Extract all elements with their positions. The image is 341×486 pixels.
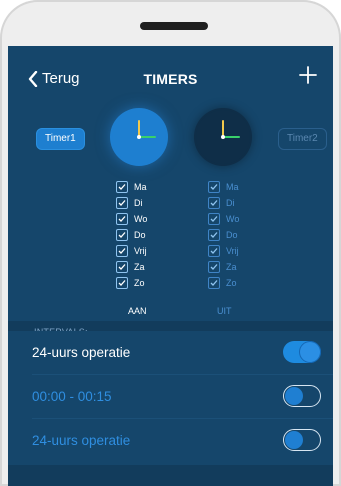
on-day-di[interactable]: Di <box>116 195 176 211</box>
off-days-list: Ma Di Wo Do Vrij Za Zo <box>208 179 268 291</box>
day-label: Vrij <box>134 246 147 256</box>
bottom-panel <box>8 465 333 486</box>
on-caption: AAN <box>128 306 147 316</box>
interval-label: 24-uurs operatie <box>32 433 131 448</box>
checkmark-icon <box>116 245 128 257</box>
day-label: Wo <box>226 214 240 224</box>
off-clock-icon[interactable] <box>194 108 252 166</box>
on-clock-icon[interactable] <box>110 108 168 166</box>
on-day-zo[interactable]: Zo <box>116 275 176 291</box>
checkmark-icon <box>208 277 220 289</box>
toggle-knob <box>285 387 303 405</box>
day-label: Zo <box>226 278 237 288</box>
on-day-do[interactable]: Do <box>116 227 176 243</box>
checkmark-icon <box>116 261 128 273</box>
day-label: Zo <box>134 278 145 288</box>
interval-row: 24-uurs operatie <box>8 331 333 375</box>
interval-toggle[interactable] <box>283 341 321 363</box>
on-day-ma[interactable]: Ma <box>116 179 176 195</box>
day-label: Di <box>226 198 235 208</box>
day-label: Wo <box>134 214 148 224</box>
interval-toggle[interactable] <box>283 385 321 407</box>
page-title: TIMERS <box>143 71 198 87</box>
on-day-wo[interactable]: Wo <box>116 211 176 227</box>
day-label: Za <box>134 262 145 272</box>
day-label: Do <box>226 230 238 240</box>
timer2-button[interactable]: Timer2 <box>278 128 327 150</box>
interval-label: 00:00 - 00:15 <box>32 389 112 404</box>
off-day-wo[interactable]: Wo <box>208 211 268 227</box>
day-label: Di <box>134 198 143 208</box>
off-day-zo[interactable]: Zo <box>208 275 268 291</box>
plus-icon <box>299 66 317 84</box>
off-day-za[interactable]: Za <box>208 259 268 275</box>
off-day-ma[interactable]: Ma <box>208 179 268 195</box>
interval-row: 24-uurs operatie <box>8 419 333 463</box>
app-screen: Terug TIMERS Timer1 Timer2 Ma Di Wo Do V… <box>8 46 333 486</box>
checkmark-icon <box>116 213 128 225</box>
checkmark-icon <box>208 229 220 241</box>
day-label: Za <box>226 262 237 272</box>
off-day-do[interactable]: Do <box>208 227 268 243</box>
checkmark-icon <box>116 181 128 193</box>
checkmark-icon <box>208 213 220 225</box>
checkmark-icon <box>208 245 220 257</box>
checkmark-icon <box>208 261 220 273</box>
on-days-list: Ma Di Wo Do Vrij Za Zo <box>116 179 176 291</box>
checkmark-icon <box>116 229 128 241</box>
off-day-vrij[interactable]: Vrij <box>208 243 268 259</box>
speaker-grille <box>140 22 208 30</box>
checkmark-icon <box>116 197 128 209</box>
checkmark-icon <box>208 197 220 209</box>
off-day-di[interactable]: Di <box>208 195 268 211</box>
on-day-vrij[interactable]: Vrij <box>116 243 176 259</box>
toggle-knob <box>300 342 320 362</box>
day-label: Vrij <box>226 246 239 256</box>
day-label: Do <box>134 230 146 240</box>
toggle-knob <box>285 431 303 449</box>
nav-bar: Terug TIMERS <box>8 46 333 112</box>
day-label: Ma <box>134 182 147 192</box>
on-day-za[interactable]: Za <box>116 259 176 275</box>
checkmark-icon <box>208 181 220 193</box>
phone-frame: Terug TIMERS Timer1 Timer2 Ma Di Wo Do V… <box>0 0 341 486</box>
timer1-button[interactable]: Timer1 <box>36 128 85 150</box>
interval-label: 24-uurs operatie <box>32 345 131 360</box>
checkmark-icon <box>116 277 128 289</box>
interval-row: 00:00 - 00:15 <box>8 375 333 419</box>
interval-toggle[interactable] <box>283 429 321 451</box>
add-timer-button[interactable] <box>297 64 319 86</box>
off-caption: UIT <box>217 306 232 316</box>
day-label: Ma <box>226 182 239 192</box>
